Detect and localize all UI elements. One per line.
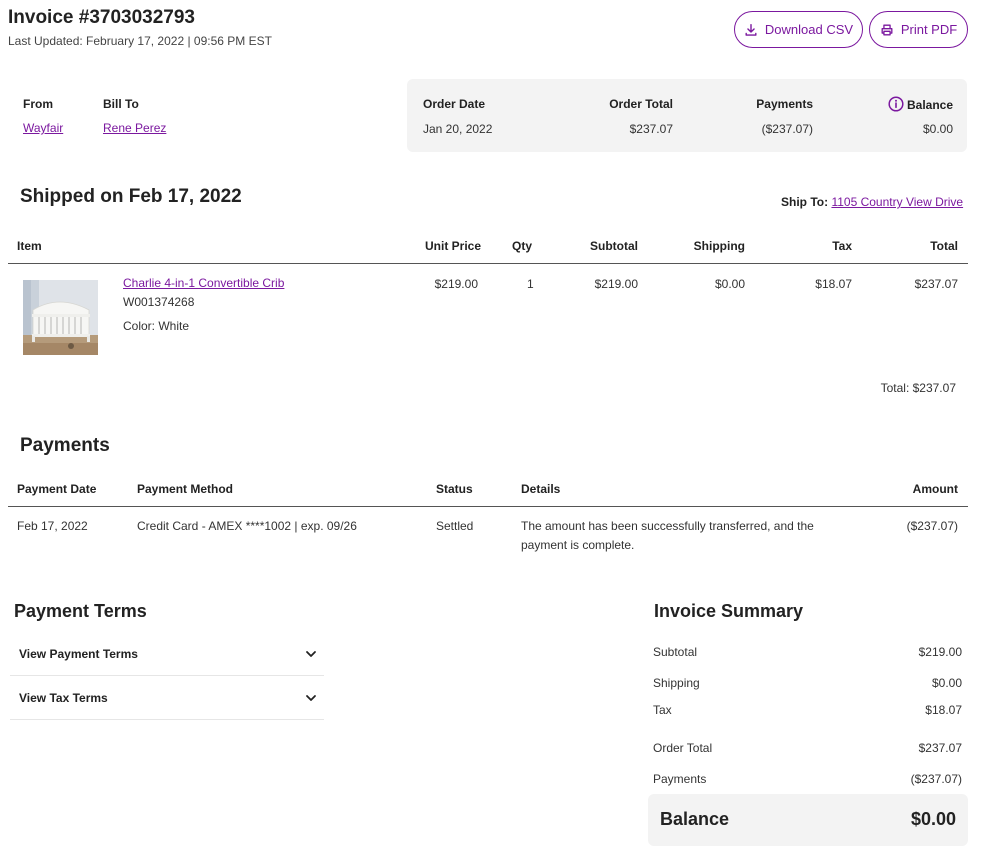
view-tax-terms-label: View Tax Terms [19, 691, 108, 705]
product-color: Color: White [123, 319, 190, 333]
order-summary-panel [407, 79, 967, 152]
payments-heading: Payments [20, 435, 110, 456]
shipment-heading: Shipped on Feb 17, 2022 [20, 186, 242, 207]
page-title: Invoice #3703032793 [8, 7, 195, 28]
summary-tax-value: $18.07 [925, 703, 962, 717]
payment-status: Settled [436, 519, 474, 533]
summary-shipping-value: $0.00 [931, 676, 962, 690]
view-tax-terms-toggle[interactable]: View Tax Terms [10, 676, 324, 720]
summary-shipping-label: Shipping [653, 676, 700, 690]
col-total: Total [930, 239, 958, 253]
printer-icon [881, 24, 893, 35]
summary-payments-label: Payments [653, 772, 707, 786]
order-total-value: $237.07 [629, 122, 673, 136]
payments-label: Payments [756, 97, 813, 111]
bill-to-link[interactable]: Rene Perez [103, 121, 166, 135]
balance-value: $0.00 [922, 122, 953, 136]
summary-subtotal-value: $219.00 [918, 645, 962, 659]
payment-details-line2: payment is complete. [521, 538, 635, 552]
view-payment-terms-label: View Payment Terms [19, 647, 138, 661]
ship-to-address-link[interactable]: 1105 Country View Drive [831, 195, 963, 209]
product-image[interactable] [23, 280, 98, 355]
shipment-total: Total: $237.07 [880, 381, 956, 395]
col-qty: Qty [512, 239, 533, 253]
chevron-down-icon [306, 651, 316, 657]
bill-to-label: Bill To [103, 97, 139, 111]
chevron-down-icon [306, 695, 316, 701]
summary-balance-value: $0.00 [910, 809, 956, 829]
item-shipping: $0.00 [714, 277, 745, 291]
col-unit-price: Unit Price [425, 239, 482, 253]
product-name-link[interactable]: Charlie 4-in-1 Convertible Crib [123, 276, 284, 290]
col-details: Details [521, 482, 561, 496]
download-icon [745, 23, 757, 36]
order-date-label: Order Date [423, 97, 486, 111]
payment-terms-heading: Payment Terms [14, 601, 147, 621]
print-pdf-label: Print PDF [900, 22, 958, 37]
col-item: Item [17, 239, 42, 253]
crib-image-illustration [23, 280, 98, 355]
summary-row-subtotal: Subtotal $219.00 [653, 645, 962, 659]
item-subtotal: $219.00 [594, 277, 638, 291]
summary-row-order-total: Order Total $237.07 [653, 741, 962, 755]
payment-method: Credit Card - AMEX ****1002 | exp. 09/26 [137, 519, 357, 533]
ship-to-label: Ship To: [781, 195, 829, 209]
col-payment-date: Payment Date [17, 482, 97, 496]
item-unit-price: $219.00 [434, 277, 478, 291]
order-total-label: Order Total [609, 97, 673, 111]
col-payment-method: Payment Method [137, 482, 234, 496]
summary-order-total-value: $237.07 [918, 741, 962, 755]
item-tax: $18.07 [815, 277, 852, 291]
col-amount: Amount [912, 482, 958, 496]
balance-panel: Balance $0.00 [648, 794, 968, 846]
summary-row-payments: Payments ($237.07) [653, 772, 962, 786]
summary-row-tax: Tax $18.07 [653, 703, 962, 717]
payments-value: ($237.07) [761, 122, 813, 136]
payment-date: Feb 17, 2022 [17, 519, 88, 533]
product-sku: W001374268 [123, 295, 195, 309]
view-payment-terms-toggle[interactable]: View Payment Terms [10, 632, 324, 676]
col-status: Status [436, 482, 473, 496]
shipment-table-divider [8, 263, 968, 264]
download-csv-button[interactable]: Download CSV [734, 11, 863, 48]
item-qty: 1 [527, 277, 534, 291]
payment-details-line1: The amount has been successfully transfe… [521, 519, 814, 533]
summary-row-shipping: Shipping $0.00 [653, 676, 962, 690]
summary-balance-label: Balance [660, 809, 730, 829]
from-link[interactable]: Wayfair [23, 121, 63, 135]
payment-amount: ($237.07) [906, 519, 958, 533]
invoice-summary-heading: Invoice Summary [654, 601, 804, 621]
download-csv-label: Download CSV [764, 22, 854, 37]
summary-order-total-label: Order Total [653, 741, 713, 755]
col-subtotal: Subtotal [590, 239, 638, 253]
last-updated: Last Updated: February 17, 2022 | 09:56 … [8, 34, 272, 48]
col-tax: Tax [832, 239, 852, 253]
item-total: $237.07 [914, 277, 958, 291]
info-icon[interactable] [888, 96, 904, 112]
summary-payments-value: ($237.07) [910, 772, 962, 786]
print-pdf-button[interactable]: Print PDF [869, 11, 968, 48]
from-label: From [23, 97, 53, 111]
ship-to: Ship To: 1105 Country View Drive [781, 195, 963, 209]
col-shipping: Shipping [693, 239, 745, 253]
payments-table-divider [8, 506, 968, 507]
summary-subtotal-label: Subtotal [653, 645, 698, 659]
balance-label: Balance [907, 98, 954, 112]
order-date-value: Jan 20, 2022 [423, 122, 493, 136]
summary-tax-label: Tax [653, 703, 672, 717]
